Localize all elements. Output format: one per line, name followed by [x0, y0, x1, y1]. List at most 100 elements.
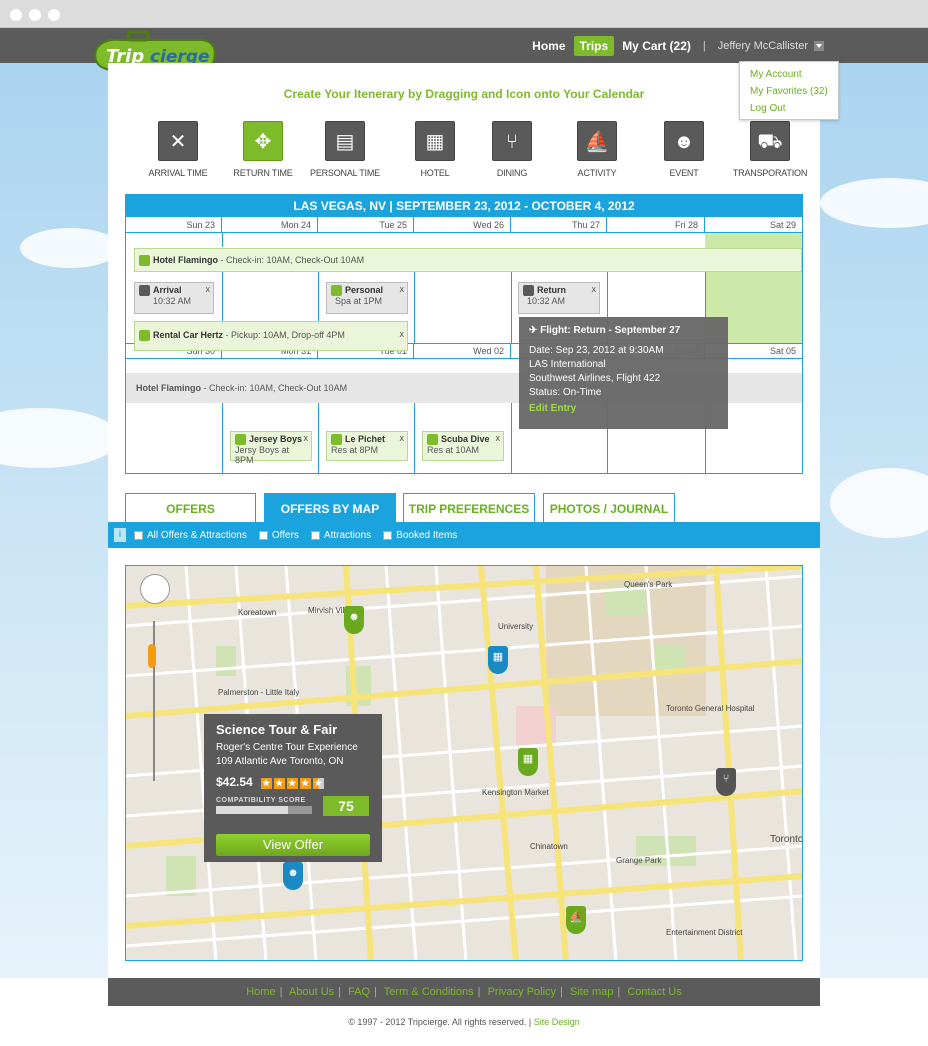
filter-booked[interactable]: Booked Items: [383, 530, 457, 541]
event-hotel-flamingo[interactable]: Hotel Flamingo - Check-in: 10AM, Check-O…: [134, 248, 802, 272]
checkbox[interactable]: [383, 530, 393, 540]
category-dining[interactable]: ⑂ DINING: [467, 121, 557, 178]
footer-contact[interactable]: Contact Us: [627, 986, 681, 998]
footer-terms[interactable]: Term & Conditions: [384, 986, 474, 998]
notebook-icon: ▤: [325, 121, 365, 161]
username[interactable]: Jeffery McCallister: [718, 40, 808, 52]
category-personal-time[interactable]: ▤ PERSONAL TIME: [300, 121, 390, 178]
day-header: Wed 02: [414, 343, 511, 359]
nav-separator: |: [702, 39, 706, 52]
tab-offers-by-map[interactable]: OFFERS BY MAP: [264, 493, 396, 523]
event-le-pichet[interactable]: Le Pichet Res at 8PM x: [326, 431, 408, 461]
map-pin-hotel[interactable]: ▦: [518, 748, 538, 776]
browser-chrome: [0, 0, 928, 28]
tab-trip-preferences[interactable]: TRIP PREFERENCES: [403, 493, 535, 523]
main-panel: Create Your Itenerary by Dragging and Ic…: [108, 63, 820, 978]
day-header: Thu 27: [511, 217, 607, 233]
close-icon[interactable]: x: [206, 284, 211, 294]
category-transportation[interactable]: ⛟ TRANSPORATION: [725, 121, 815, 178]
day-header: Mon 24: [222, 217, 318, 233]
category-return-time[interactable]: ✥ RETURN TIME: [218, 121, 308, 178]
footer-sitemap[interactable]: Site map: [570, 986, 613, 998]
day-header: Sun 23: [126, 217, 222, 233]
map-pan-control[interactable]: [140, 574, 170, 604]
category-event[interactable]: ☻ EVENT: [639, 121, 729, 178]
filter-all[interactable]: All Offers & Attractions: [134, 530, 247, 541]
tools-icon: [139, 285, 150, 297]
event-rental-car[interactable]: Rental Car Hertz - Pickup: 10AM, Drop-of…: [134, 321, 408, 351]
car-icon: [139, 330, 150, 342]
map-pin-activity[interactable]: ⛵: [566, 906, 586, 934]
tab-photos-journal[interactable]: PHOTOS / JOURNAL: [543, 493, 675, 523]
view-offer-button[interactable]: View Offer: [216, 834, 370, 856]
checkbox[interactable]: [134, 530, 143, 540]
compatibility-bar: [216, 806, 312, 814]
event-scuba-dive[interactable]: Scuba Dive Res at 10AM x: [422, 431, 504, 461]
event-return[interactable]: Return 10:32 AM x: [518, 282, 600, 314]
calendar-title: LAS VEGAS, NV | SEPTEMBER 23, 2012 - OCT…: [126, 195, 802, 217]
nav-cart[interactable]: My Cart (22): [622, 39, 691, 53]
filter-bar: i All Offers & Attractions Offers Attrac…: [108, 522, 820, 548]
fork-knife-icon: ⑂: [492, 121, 532, 161]
copyright: © 1997 - 2012 Tripcierge. All rights res…: [348, 1017, 580, 1027]
map-pin-dining[interactable]: ⑂: [716, 768, 736, 796]
arrows-icon: ✥: [243, 121, 283, 161]
checkbox[interactable]: [258, 530, 268, 540]
footer-home[interactable]: Home: [246, 986, 275, 998]
compatibility-score: 75: [323, 796, 369, 816]
footer-privacy[interactable]: Privacy Policy: [488, 986, 556, 998]
notebook-icon: [331, 285, 342, 297]
event-personal[interactable]: Personal Spa at 1PM x: [326, 282, 408, 314]
footer-about[interactable]: About Us: [289, 986, 334, 998]
site-design-link[interactable]: Site Design: [534, 1017, 580, 1027]
close-icon[interactable]: x: [592, 284, 597, 294]
pegman-icon[interactable]: [148, 644, 156, 668]
close-icon[interactable]: x: [400, 323, 405, 345]
menu-item-my-favorites[interactable]: My Favorites (32): [750, 83, 828, 100]
map-pin-event[interactable]: ☻: [283, 862, 303, 890]
event-jersey-boys[interactable]: Jersey Boys Jersy Boys at 8PM x: [230, 431, 312, 465]
nav-trips[interactable]: Trips: [573, 35, 615, 56]
footer-faq[interactable]: FAQ: [348, 986, 370, 998]
page-headline: Create Your Itenerary by Dragging and Ic…: [283, 87, 645, 101]
building-icon: [139, 255, 150, 267]
airplane-icon: ✈: [529, 325, 541, 336]
chevron-down-icon[interactable]: [814, 40, 824, 51]
day-header: Fri 28: [607, 217, 705, 233]
close-icon[interactable]: x: [496, 433, 501, 443]
filter-attractions[interactable]: Attractions: [310, 530, 371, 541]
category-arrival-time[interactable]: ✕ ARRIVAL TIME: [133, 121, 223, 178]
airplane-icon: [523, 285, 534, 297]
car-icon: ⛟: [750, 121, 790, 161]
event-hotel-flamingo-2[interactable]: Hotel Flamingo - Check-in: 10AM, Check-O…: [136, 383, 347, 393]
category-activity[interactable]: ⛵ ACTIVITY: [552, 121, 642, 178]
map-pin-hotel[interactable]: ▦: [488, 646, 508, 674]
close-icon[interactable]: x: [400, 284, 405, 294]
theater-masks-icon: ☻: [664, 121, 704, 161]
star-rating: ★ ★ ★ ★ ★: [260, 778, 324, 789]
nav-home[interactable]: Home: [532, 39, 565, 53]
close-icon[interactable]: x: [400, 433, 405, 443]
tools-icon: ✕: [158, 121, 198, 161]
sailboat-icon: ⛵: [577, 121, 617, 161]
window-dot: [10, 9, 22, 21]
menu-item-log-out[interactable]: Log Out: [750, 100, 828, 117]
close-icon[interactable]: x: [304, 433, 309, 443]
window-dot: [29, 9, 41, 21]
map-pin-event[interactable]: ☻: [344, 606, 364, 634]
account-menu: My Account My Favorites (32) Log Out: [739, 61, 839, 120]
menu-item-my-account[interactable]: My Account: [750, 66, 828, 83]
event-arrival[interactable]: Arrival 10:32 AM x: [134, 282, 214, 314]
category-icons: ✕ ARRIVAL TIME ✥ RETURN TIME ▤ PERSONAL TIM…: [133, 121, 813, 181]
window-dot: [48, 9, 60, 21]
offer-popup: Science Tour & Fair Roger's Centre Tour …: [204, 714, 382, 862]
info-icon[interactable]: i: [114, 528, 126, 542]
offers-map[interactable]: Koreatown Mirvish Village Palmerston - L…: [125, 565, 803, 961]
checkbox[interactable]: [310, 530, 320, 540]
day-header: Tue 25: [318, 217, 414, 233]
tab-offers[interactable]: OFFERS: [125, 493, 256, 523]
filter-offers[interactable]: Offers: [258, 530, 299, 541]
edit-entry-link[interactable]: Edit Entry: [529, 403, 718, 414]
day-header: Wed 26: [414, 217, 511, 233]
day-header: Sat 29: [705, 217, 802, 233]
